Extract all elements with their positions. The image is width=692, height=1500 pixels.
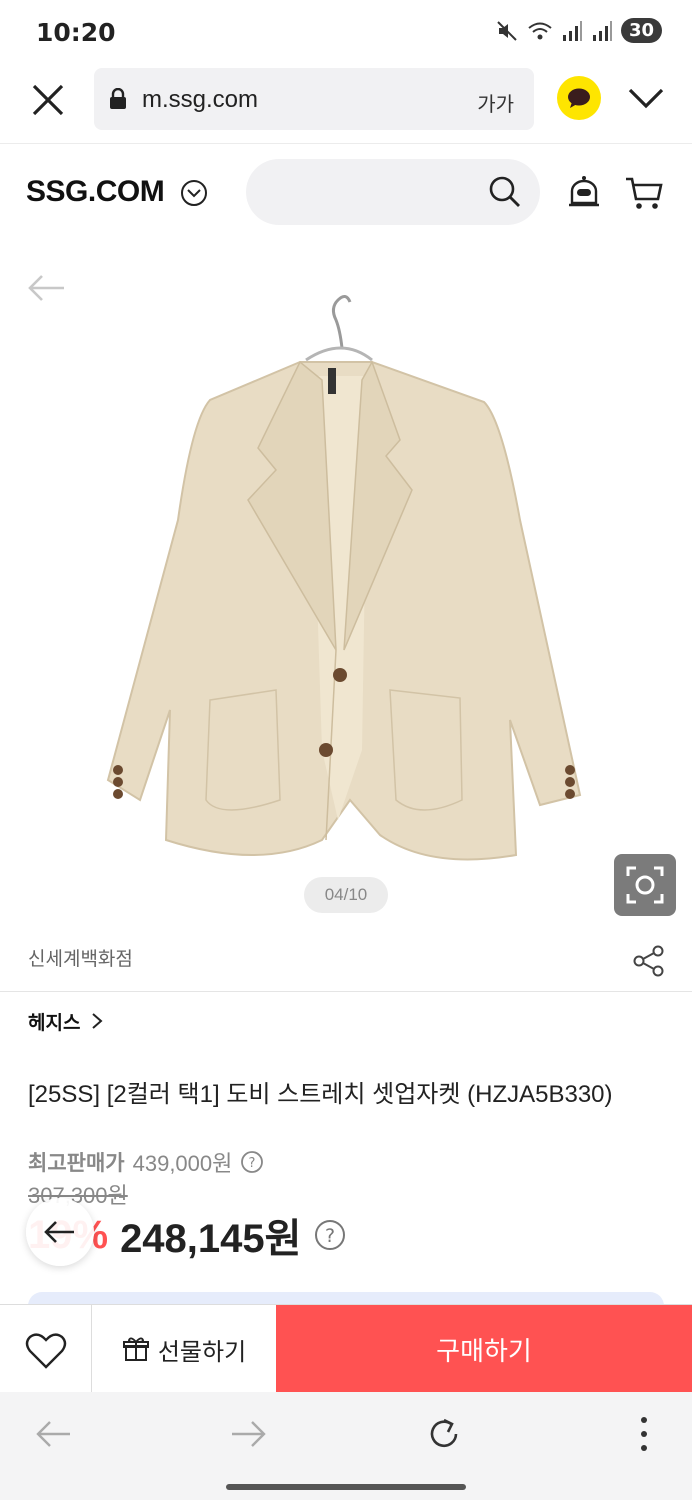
url-text: m.ssg.com <box>142 86 259 113</box>
home-indicator[interactable] <box>226 1484 466 1490</box>
product-image-gallery[interactable]: 04/10 <box>0 250 692 930</box>
gift-label: 선물하기 <box>157 1337 247 1366</box>
status-bar: 10:20 30 <box>0 0 692 62</box>
ssg-logo[interactable]: SSG.COM <box>26 175 165 209</box>
browser-url-bar: m.ssg.com 가가 <box>0 62 692 144</box>
best-price-row: 최고판매가 439,000원 ? <box>28 1146 264 1178</box>
best-price-label: 최고판매가 <box>28 1151 125 1175</box>
chevron-right-icon <box>92 1013 103 1029</box>
help-icon[interactable]: ? <box>240 1150 264 1174</box>
status-time: 10:20 <box>36 18 116 47</box>
heart-icon <box>25 1333 67 1369</box>
buy-button[interactable]: 구매하기 <box>276 1305 692 1393</box>
best-price-value: 439,000원 <box>132 1151 233 1176</box>
signal-icon <box>562 20 582 41</box>
gift-icon <box>122 1337 149 1361</box>
purchase-action-bar: 선물하기 구매하기 <box>0 1304 692 1393</box>
camera-scan-icon <box>626 866 664 904</box>
brand-name: 헤지스 <box>28 1011 81 1034</box>
jacket-photo <box>106 295 582 861</box>
close-icon[interactable] <box>28 80 68 120</box>
seller-row: 신세계백화점 <box>0 930 692 992</box>
arrow-left-icon[interactable] <box>34 1416 74 1452</box>
search-input[interactable] <box>246 159 540 225</box>
svg-text:?: ? <box>325 1225 335 1247</box>
image-page-indicator: 04/10 <box>304 877 388 913</box>
wifi-icon <box>528 22 552 39</box>
gesture-area <box>0 1476 692 1500</box>
product-title: [25SS] [2컬러 택1] 도비 스트레치 셋업자켓 (HZJA5B330) <box>28 1081 613 1108</box>
help-icon[interactable]: ? <box>313 1218 347 1252</box>
sale-price: 248,145원 <box>120 1217 302 1261</box>
signal-icon <box>592 20 612 41</box>
more-vertical-icon[interactable] <box>632 1414 656 1454</box>
chat-bubble-icon <box>568 88 590 108</box>
arrow-left-icon <box>44 1221 74 1243</box>
chevron-down-circle-icon[interactable] <box>180 179 208 207</box>
url-field[interactable]: m.ssg.com 가가 <box>94 68 534 130</box>
svg-text:?: ? <box>249 1156 256 1171</box>
seller-name[interactable]: 신세계백화점 <box>28 944 133 971</box>
status-icons: 30 <box>495 18 662 43</box>
arrow-left-icon[interactable] <box>26 270 66 306</box>
search-icon[interactable] <box>488 175 522 209</box>
kakao-talk-button[interactable] <box>557 76 601 120</box>
site-header: SSG.COM <box>0 145 692 245</box>
brand-link[interactable]: 헤지스 <box>28 1006 104 1036</box>
image-search-button[interactable] <box>614 854 676 916</box>
cart-icon[interactable] <box>624 175 664 211</box>
gift-button[interactable]: 선물하기 <box>92 1305 276 1393</box>
arrow-right-icon[interactable] <box>228 1416 268 1452</box>
refresh-icon[interactable] <box>424 1414 464 1454</box>
buy-label: 구매하기 <box>436 1336 532 1367</box>
mute-icon <box>497 20 517 41</box>
lock-icon <box>110 88 126 109</box>
floating-back-button[interactable] <box>26 1198 94 1266</box>
font-size-button[interactable]: 가가 <box>477 88 514 117</box>
like-button[interactable] <box>0 1305 92 1393</box>
browser-bottom-nav <box>0 1392 692 1476</box>
battery-badge: 30 <box>620 18 662 43</box>
robot-icon[interactable] <box>566 175 602 211</box>
chevron-down-icon[interactable] <box>626 82 666 116</box>
share-icon[interactable] <box>632 944 666 978</box>
